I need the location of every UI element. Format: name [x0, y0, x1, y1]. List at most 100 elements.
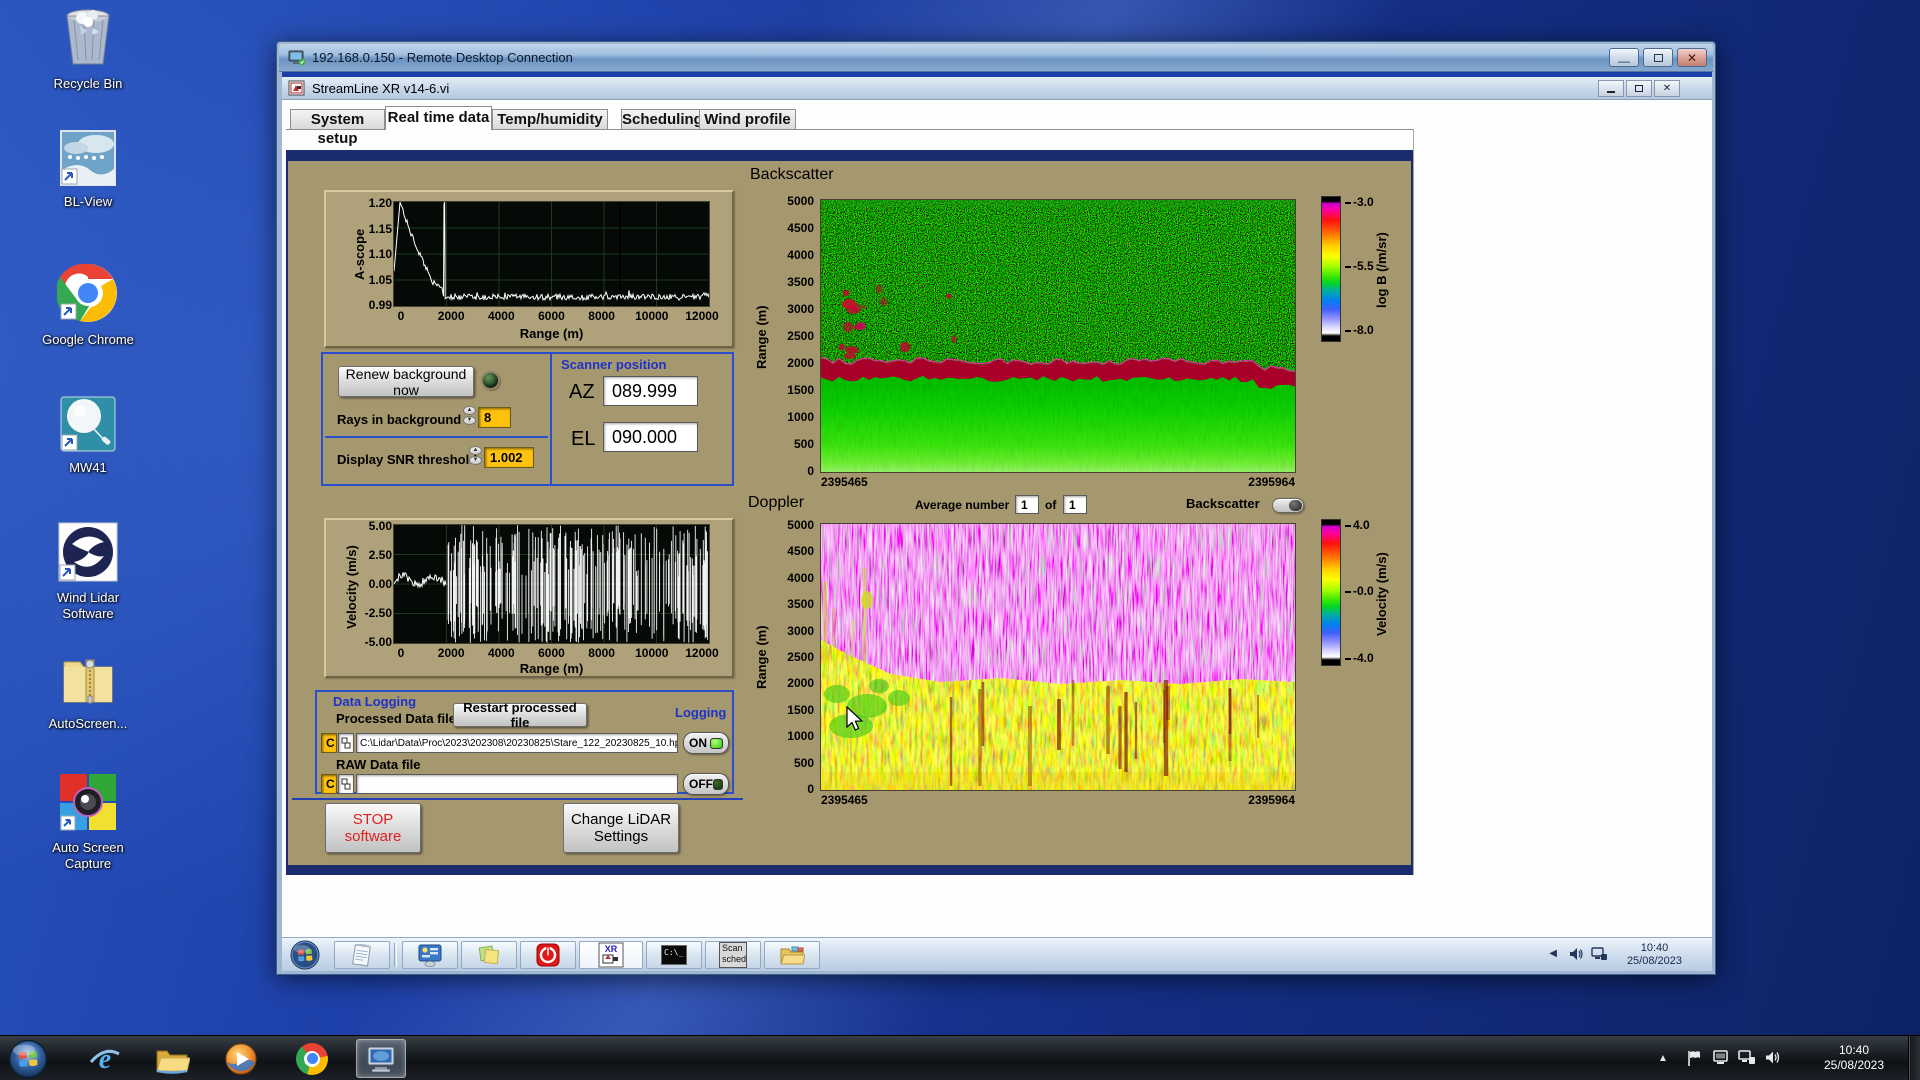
taskbar-rdp-button[interactable] [356, 1039, 406, 1078]
stop-software-button[interactable]: STOP software [325, 803, 421, 853]
tab-system-setup[interactable]: System setup [290, 109, 385, 147]
doppler-x-end: 2395964 [1248, 793, 1295, 807]
remote-cmd-button[interactable]: C:\_ [646, 941, 702, 969]
app-restore-button[interactable] [1626, 80, 1652, 97]
taskbar-ie-button[interactable]: e [80, 1039, 130, 1078]
tab-scheduling[interactable]: Scheduling [621, 109, 703, 129]
raw-data-file-label: RAW Data file [336, 757, 421, 772]
rdp-minimize-button[interactable]: — [1609, 48, 1639, 68]
app-close-button[interactable]: ✕ [1654, 80, 1680, 97]
tick-label: 500 [793, 437, 814, 451]
el-value[interactable]: 090.000 [603, 422, 698, 452]
desktop-icon-auto-screen-capture[interactable]: Auto Screen Capture [40, 772, 136, 872]
raw-browse-icon[interactable] [338, 774, 354, 794]
desktop-icon-mw41[interactable]: MW41 [42, 396, 134, 476]
tick-label: 10000 [635, 646, 669, 660]
tray-device-icon[interactable] [1712, 1049, 1729, 1066]
restart-processed-file-button[interactable]: Restart processed file [453, 700, 587, 730]
desktop-icon-label: Google Chrome [42, 332, 134, 347]
processed-data-file-label: Processed Data file [336, 711, 456, 726]
processed-browse-icon[interactable] [338, 733, 354, 753]
remote-explorer-button[interactable] [764, 941, 820, 969]
taskbar-chrome-button[interactable] [287, 1039, 337, 1078]
snr-value[interactable]: 1.002 [484, 447, 534, 468]
chrome-taskbar-icon [296, 1042, 328, 1075]
app-minimize-button[interactable] [1598, 80, 1624, 97]
tick-label: 4000 [787, 248, 814, 262]
remote-network-icon[interactable] [1591, 946, 1608, 962]
remote-display-settings-button[interactable] [402, 941, 458, 969]
taskbar-explorer-button[interactable] [147, 1039, 197, 1078]
rdp-close-button[interactable]: ✕ [1677, 48, 1707, 67]
rays-value[interactable]: 8 [478, 407, 511, 428]
remote-clock[interactable]: 10:40 25/08/2023 [1627, 942, 1682, 968]
show-desktop-button[interactable] [1908, 1036, 1920, 1080]
tab-real-time-data[interactable]: Real time data [385, 106, 492, 130]
processed-path-field[interactable]: C:\Lidar\Data\Proc\2023\202308\20230825\… [356, 733, 678, 753]
tray-volume-icon[interactable] [1764, 1049, 1781, 1066]
rdp-maximize-button[interactable] [1643, 48, 1673, 67]
remote-sticky-notes-button[interactable] [461, 941, 517, 969]
remote-scan-sched-button[interactable]: Scan sched [705, 941, 761, 969]
renew-led[interactable] [481, 371, 500, 390]
remote-power-button[interactable] [520, 941, 576, 969]
remote-xr-vi-button[interactable]: XR [579, 941, 643, 969]
tray-flag-icon[interactable] [1686, 1049, 1702, 1067]
desktop-icon-label: BL-View [63, 194, 113, 209]
tick-label: 2000 [787, 356, 814, 370]
backscatter-x-end: 2395964 [1248, 475, 1295, 489]
change-lidar-settings-button[interactable]: Change LiDAR Settings [563, 803, 679, 853]
remote-volume-icon[interactable] [1568, 946, 1584, 962]
tab-temp-humidity[interactable]: Temp/humidity [492, 109, 608, 129]
tray-network-icon[interactable] [1738, 1049, 1756, 1066]
tick-label: 2.50 [368, 548, 392, 562]
tick-label: 0 [807, 781, 814, 796]
taskbar-wmp-button[interactable] [216, 1039, 266, 1078]
remote-start-button[interactable] [290, 940, 320, 970]
desktop-icon-bl-view[interactable]: BL-View [42, 130, 134, 210]
remote-notepad-button[interactable] [334, 941, 390, 969]
backscatter-yticks: 5000 4500 4000 3500 3000 2500 2000 1500 1000 500 0 [778, 195, 814, 477]
processed-drive-ring[interactable]: C [321, 733, 337, 753]
explorer-folder-icon [156, 1050, 190, 1074]
rdp-window-title: 192.168.0.150 - Remote Desktop Connectio… [312, 50, 573, 65]
average-number-field[interactable]: 1 [1015, 495, 1039, 514]
desktop-icon-google-chrome[interactable]: Google Chrome [42, 262, 134, 348]
cb-tick: -0.0 [1345, 585, 1374, 597]
snr-spinner[interactable]: ▲ ▼ [469, 446, 482, 465]
az-value[interactable]: 089.999 [603, 376, 698, 406]
cb-tick: 4.0 [1345, 519, 1370, 531]
desktop-icon-autoscreen-zip[interactable]: AutoScreen... [42, 652, 134, 732]
rdp-title-bar[interactable]: 192.168.0.150 - Remote Desktop Connectio… [279, 44, 1713, 72]
tick-label: 0.00 [368, 577, 392, 591]
desktop-icon-wind-lidar[interactable]: Wind Lidar Software [40, 522, 136, 622]
rays-spinner[interactable]: ▲ ▼ [463, 406, 476, 425]
remote-desktop: StreamLine XR v14-6.vi ✕ System setup Re… [282, 72, 1712, 971]
processed-logging-toggle[interactable]: ON [683, 732, 729, 754]
app-title-bar[interactable]: StreamLine XR v14-6.vi ✕ [282, 77, 1712, 100]
mw41-icon [60, 396, 116, 452]
renew-background-button[interactable]: Renew background now [338, 366, 474, 398]
power-icon [536, 943, 560, 967]
tray-show-hidden-button[interactable]: ▲ [1652, 1048, 1674, 1068]
raw-path-field[interactable] [356, 774, 678, 794]
ascope-graph: A-scope 1.20 1.15 1.10 1.05 0.99 0 2000 4000 60… [324, 190, 734, 348]
backscatter-x-start: 2395465 [821, 475, 868, 489]
tab-wind-profile[interactable]: Wind profile [699, 109, 796, 129]
raw-logging-toggle[interactable]: OFF [683, 773, 729, 795]
average-total-field[interactable]: 1 [1063, 495, 1087, 514]
tick-label: 12000 [685, 646, 719, 660]
velocity-graph: Velocity (m/s) 5.00 2.50 0.00 -2.50 -5.00 02… [324, 518, 734, 678]
host-start-button[interactable] [8, 1039, 48, 1079]
chrome-icon [55, 263, 117, 323]
desktop-icon-recycle-bin[interactable]: Recycle Bin [42, 6, 134, 92]
velocity-plot [393, 524, 710, 644]
backscatter-toggle[interactable] [1272, 498, 1304, 513]
backscatter-colorbar [1321, 196, 1341, 342]
host-clock[interactable]: 10:40 25/08/2023 [1812, 1043, 1896, 1073]
desktop-icon-label: MW41 [69, 460, 107, 475]
remote-tray-expand-icon[interactable]: ◀ [1549, 948, 1557, 959]
controls-box: Renew background now Rays in background … [321, 352, 734, 486]
raw-drive-ring[interactable]: C [321, 774, 337, 794]
tick-label: 4000 [487, 646, 515, 660]
